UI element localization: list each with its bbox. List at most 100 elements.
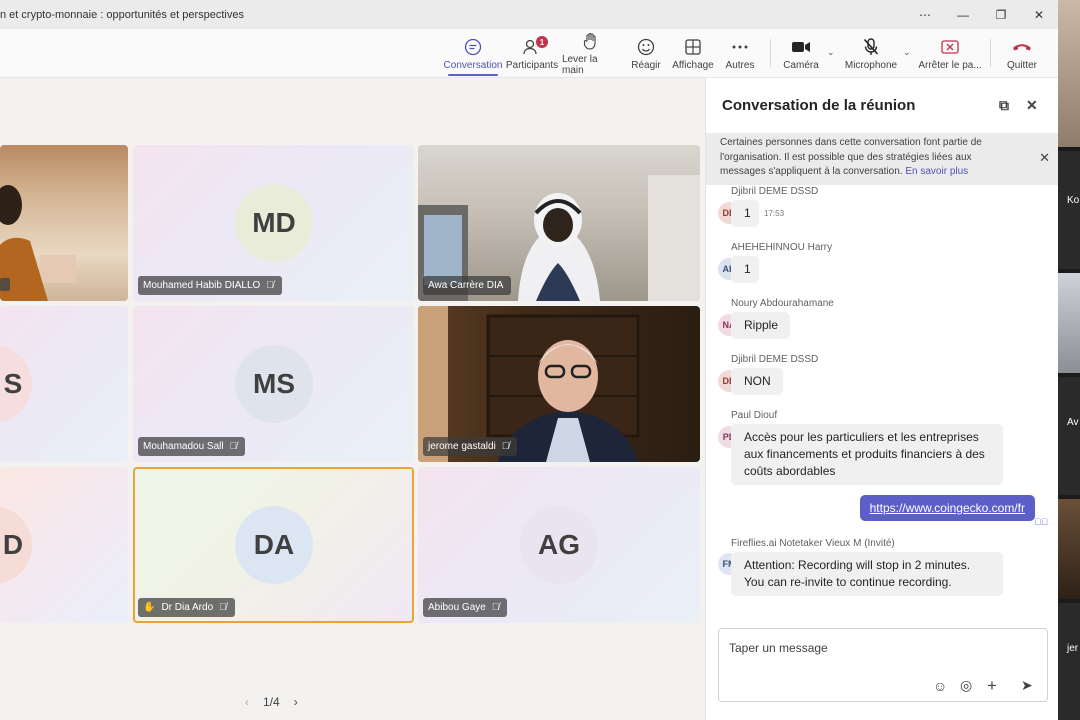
more-button[interactable]: Autres (720, 29, 760, 78)
dismiss-notice-icon[interactable]: ✕ (1039, 150, 1050, 166)
restore-icon[interactable]: ❐ (982, 0, 1020, 29)
camera-options-chevron-icon[interactable]: ⌄ (827, 47, 837, 57)
participant-video-tile[interactable]: jerome gastaldi 🎙̸ (418, 306, 700, 462)
avatar: S (0, 345, 32, 423)
participants-badge: 1 (536, 36, 548, 48)
participant-tile[interactable]: AG Abibou Gaye 🎙̸ (418, 467, 700, 623)
stop-sharing-button[interactable]: Arrêter le pa... (918, 29, 982, 78)
hand-icon (583, 31, 599, 51)
next-page-icon[interactable]: › (294, 695, 298, 709)
filmstrip-tile[interactable] (1058, 0, 1080, 147)
minimize-icon[interactable]: — (944, 0, 982, 29)
side-filmstrip: Ko Av jer (1058, 0, 1080, 720)
conversation-button[interactable]: Conversation (444, 29, 502, 78)
page-indicator: 1/4 (263, 695, 280, 709)
mic-off-icon (863, 37, 879, 57)
gallery-pager: ‹ 1/4 › (245, 695, 298, 709)
pop-out-icon[interactable]: ⧉ (999, 97, 1009, 114)
message-timestamp: 17:53 (764, 209, 785, 218)
camera-icon (791, 37, 811, 57)
message-bubble[interactable]: Ripple (731, 312, 791, 339)
participant-name-tag: ✋ Dr Dia Ardo 🎙̸ (138, 598, 235, 617)
participants-button[interactable]: 1 Participants (504, 29, 560, 78)
policy-notice: Certaines personnes dans cette conversat… (706, 133, 1059, 185)
more-label: Autres (725, 59, 755, 71)
avatar: DA (235, 506, 313, 584)
read-receipt-icon: ✓⃝ (1034, 517, 1049, 527)
avatar: MS (235, 345, 313, 423)
close-panel-icon[interactable]: ✕ (1026, 97, 1038, 114)
message-bubble[interactable]: NON (731, 368, 783, 395)
own-message-bubble[interactable]: https://www.coingecko.com/fr (859, 495, 1035, 521)
filmstrip-name: Av (1067, 417, 1079, 428)
more-options-icon[interactable]: ⋯ (906, 0, 944, 29)
message-sender: Noury Abdourahamane (731, 298, 834, 309)
participant-video-tile[interactable]: Awa Carrère DIA (418, 145, 700, 301)
microphone-button[interactable]: Microphone (842, 29, 900, 78)
message-bubble[interactable]: Accès pour les particuliers et les entre… (731, 424, 1003, 485)
previous-page-icon[interactable]: ‹ (245, 695, 249, 709)
message-compose-box[interactable]: Taper un message ☺ ◎ + ➤ (718, 628, 1048, 702)
chat-header: Conversation de la réunion ⧉ ✕ (706, 78, 1058, 133)
participant-video-tile[interactable] (0, 145, 128, 301)
ellipsis-icon (732, 37, 748, 57)
close-window-icon[interactable]: ✕ (1020, 0, 1058, 29)
message-bubble[interactable]: 1 (731, 256, 759, 283)
avatar: MD (235, 184, 313, 262)
participant-tile[interactable]: D (0, 467, 128, 623)
toolbar-divider (770, 39, 771, 67)
message-bubble[interactable]: Attention: Recording will stop in 2 minu… (731, 552, 1003, 596)
participant-name: Mouhamadou Sall (143, 441, 224, 452)
message-sender: Djibril DEME DSSD (731, 186, 819, 197)
meeting-chat-panel: Conversation de la réunion ⧉ ✕ Certaines… (705, 78, 1059, 720)
emoji-icon (637, 37, 655, 57)
conversation-label: Conversation (443, 59, 503, 71)
video-stage: MD Mouhamed Habib DIALLO 🎙̸ Awa Carrère … (0, 78, 705, 720)
chat-title: Conversation de la réunion (722, 97, 916, 114)
microphone-label: Microphone (844, 59, 898, 71)
filmstrip-tile[interactable]: Av (1058, 377, 1080, 495)
filmstrip-name: Ko (1067, 195, 1080, 206)
add-attachment-icon[interactable]: + (987, 676, 997, 696)
participant-name-tag: Awa Carrère DIA (423, 276, 512, 295)
participant-name: Awa Carrère DIA (428, 280, 504, 291)
avatar: AG (520, 506, 598, 584)
message-link[interactable]: https://www.coingecko.com/fr (870, 501, 1025, 515)
loop-component-icon[interactable]: ◎ (960, 677, 972, 694)
participant-tile[interactable]: S (0, 306, 128, 462)
compose-placeholder: Taper un message (729, 641, 828, 655)
participant-tile[interactable]: MS Mouhamadou Sall 🎙̸ (133, 306, 414, 462)
send-icon[interactable]: ➤ (1021, 677, 1033, 694)
participant-tile[interactable]: DA ✋ Dr Dia Ardo 🎙̸ (133, 467, 414, 623)
hang-up-icon (1012, 37, 1032, 57)
camera-button[interactable]: Caméra (780, 29, 822, 78)
leave-button[interactable]: Quitter (1000, 29, 1044, 78)
learn-more-link[interactable]: En savoir plus (905, 166, 968, 177)
filmstrip-tile[interactable]: jer (1058, 603, 1080, 720)
raised-hand-icon: ✋ (143, 602, 156, 613)
filmstrip-tile[interactable] (1058, 499, 1080, 599)
message-sender: AHEHEHINNOU Harry (731, 242, 833, 253)
toolbar-divider (990, 39, 991, 67)
microphone-options-chevron-icon[interactable]: ⌄ (903, 47, 913, 57)
react-button[interactable]: Réagir (626, 29, 666, 78)
participants-label: Participants (505, 59, 559, 71)
message-list: Djibril DEME DSSD DD 1 17:53 AHEHEHINNOU… (706, 185, 1059, 605)
stop-sharing-label: Arrêter le pa... (918, 59, 982, 71)
participant-tile[interactable]: MD Mouhamed Habib DIALLO 🎙̸ (133, 145, 414, 301)
chat-icon (464, 37, 482, 57)
view-label: Affichage (672, 59, 714, 71)
emoji-icon[interactable]: ☺ (933, 678, 947, 694)
grid-view-icon (685, 37, 701, 57)
mic-muted-icon: 🎙̸ (266, 280, 274, 291)
message-bubble[interactable]: 1 (731, 200, 759, 227)
react-label: Réagir (631, 59, 661, 71)
view-button[interactable]: Affichage (670, 29, 716, 78)
mic-muted-icon: 🎙̸ (491, 602, 500, 613)
filmstrip-tile[interactable]: Ko (1058, 151, 1080, 269)
filmstrip-tile[interactable] (1058, 273, 1080, 373)
raise-hand-button[interactable]: Lever la main (562, 29, 620, 78)
participant-name-tag: Abibou Gaye 🎙̸ (423, 598, 508, 617)
message-sender: Fireflies.ai Notetaker Vieux M (Invité) (731, 538, 895, 549)
participant-video (0, 185, 76, 301)
